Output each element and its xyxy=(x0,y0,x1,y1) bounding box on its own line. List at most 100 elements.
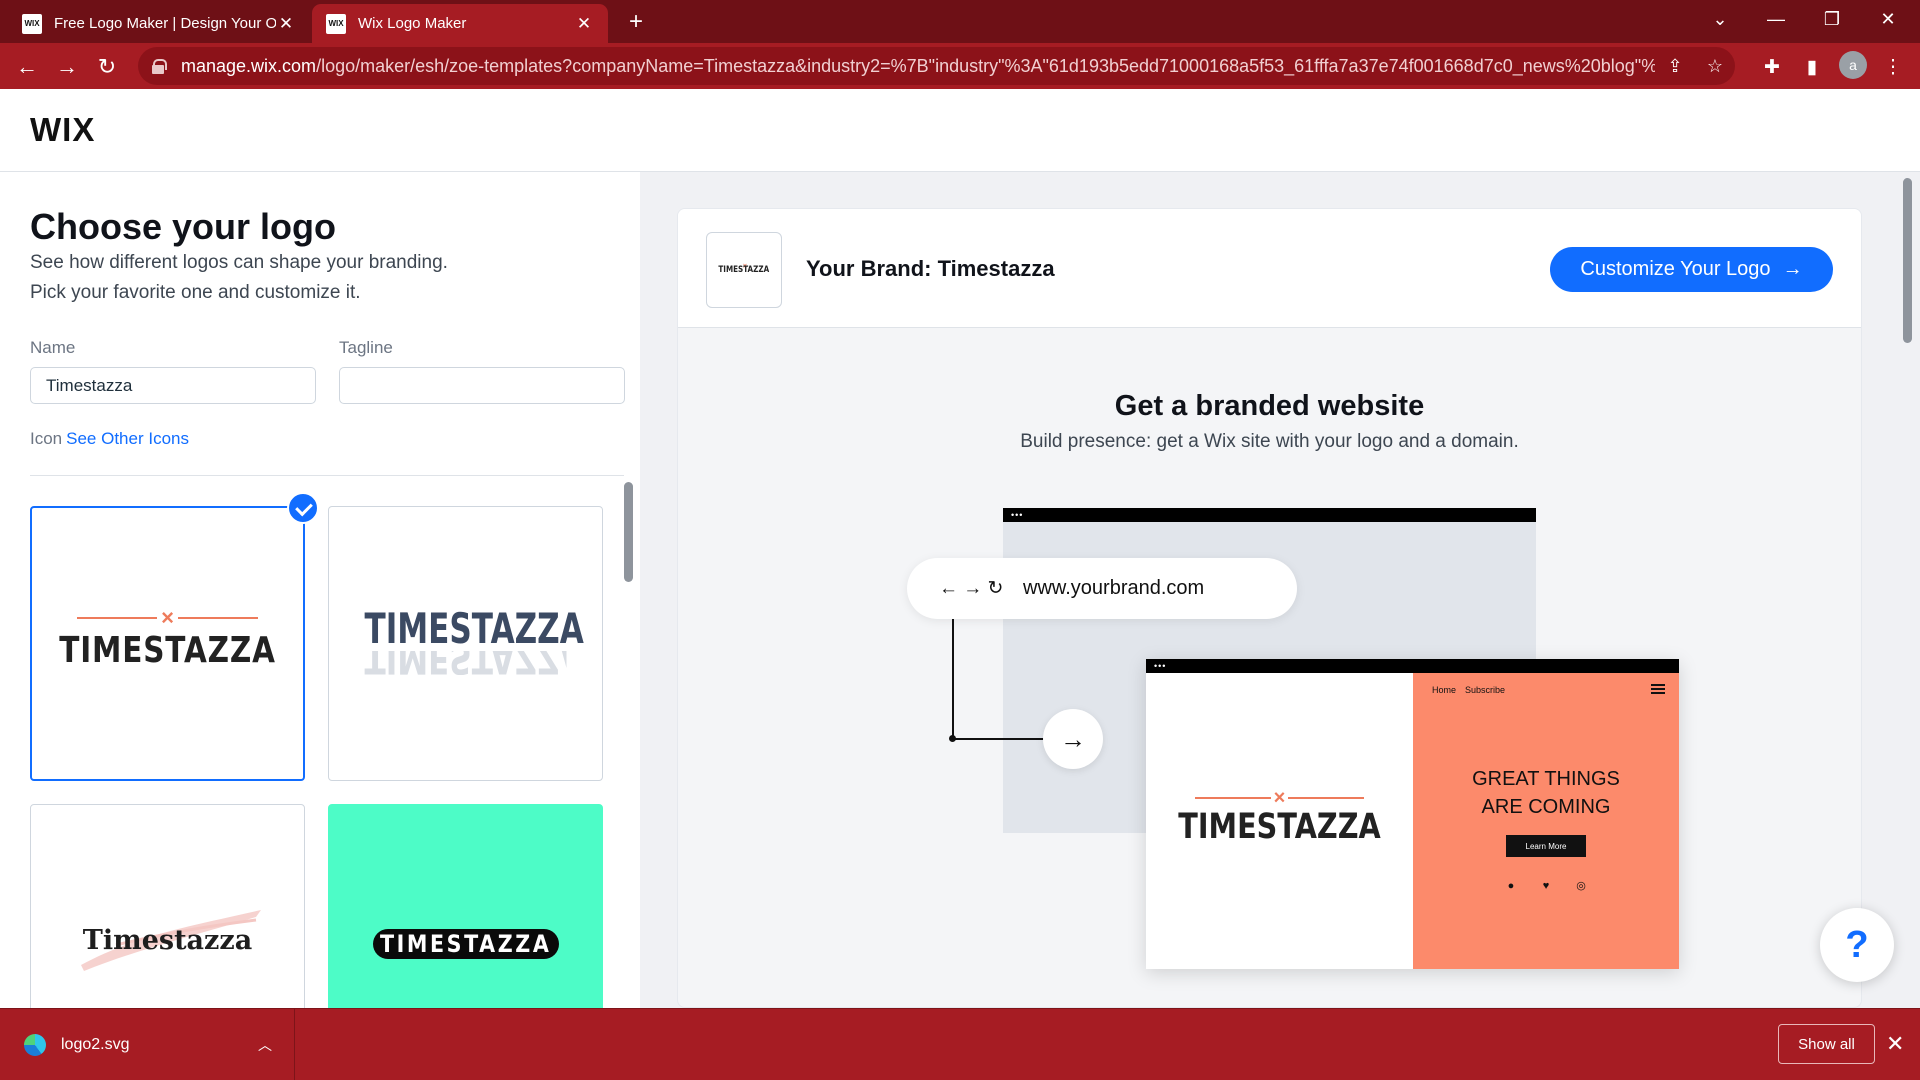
website-mockup: ••• × TIMESTAZZA Home Subscribe GREAT TH… xyxy=(1146,659,1679,969)
tagline-input[interactable] xyxy=(339,367,625,404)
section-title: Get a branded website xyxy=(1114,390,1425,422)
domain-text: www.yourbrand.com xyxy=(1023,577,1205,599)
help-button[interactable]: ? xyxy=(1820,908,1894,982)
window-dots-icon: ••• xyxy=(1154,661,1167,671)
browser-toolbar: ← → ↻ manage.wix.com/logo/maker/esh/zoe-… xyxy=(0,43,1920,89)
subtitle-line-1: See how different logos can shape your b… xyxy=(30,252,448,273)
wix-favicon-icon: WIX xyxy=(326,13,346,34)
logo-preview: × TIMESTAZZA xyxy=(32,605,303,672)
subtitle-line-2: Pick your favorite one and customize it. xyxy=(30,282,361,303)
logo-pill: TIMESTAZZA xyxy=(373,929,559,959)
site-headline: GREAT THINGS ARE COMING xyxy=(1472,768,1620,818)
tab-search-icon[interactable]: ⌄ xyxy=(1692,0,1748,38)
instagram-icon: ◎ xyxy=(1576,880,1586,892)
logo-option-3[interactable]: Timestazza xyxy=(30,804,305,1008)
new-tab-button[interactable]: + xyxy=(622,8,650,36)
page-scrollbar[interactable] xyxy=(1903,178,1912,343)
wix-favicon-icon: WIX xyxy=(22,13,42,34)
restore-button[interactable]: ❐ xyxy=(1804,0,1860,38)
domain-pill: ← → ↻ www.yourbrand.com xyxy=(907,558,1297,619)
close-icon[interactable]: ✕ xyxy=(1886,1031,1904,1057)
x-mark-icon: × xyxy=(161,605,174,630)
customize-logo-button[interactable]: Customize Your Logo → xyxy=(1550,247,1833,292)
browser-tab-bar: WIX Free Logo Maker | Design Your O ✕ WI… xyxy=(0,0,1920,43)
brand-header: × TIMESTAZZA Your Brand: Timestazza Cust… xyxy=(678,209,1861,328)
share-icon[interactable]: ⇪ xyxy=(1655,56,1695,77)
name-input[interactable] xyxy=(30,367,316,404)
wix-logo[interactable]: WIX xyxy=(30,111,95,149)
tab-wix-logo-maker[interactable]: WIX Wix Logo Maker ✕ xyxy=(312,4,608,43)
icon-row: Icon See Other Icons xyxy=(30,429,189,449)
download-item[interactable]: logo2.svg ︿ xyxy=(0,1009,295,1080)
twitter-icon: ♥ xyxy=(1542,880,1550,892)
facebook-icon: ● xyxy=(1507,880,1515,892)
logo-option-2[interactable]: TIMESTAZZA TIMESTAZZA xyxy=(328,506,603,781)
close-window-button[interactable]: ✕ xyxy=(1860,0,1916,38)
site-nav-home: Home xyxy=(1432,685,1457,695)
site-logo-panel: × TIMESTAZZA xyxy=(1146,673,1413,969)
close-tab-icon[interactable]: ✕ xyxy=(574,14,594,34)
arrow-right-icon: → xyxy=(1782,258,1803,280)
arrow-right-icon: → xyxy=(1043,709,1103,769)
download-bar: logo2.svg ︿ Show all ✕ xyxy=(0,1008,1920,1080)
logo-wordmark: TIMESTAZZA xyxy=(380,930,552,958)
tab-title: Wix Logo Maker xyxy=(358,15,467,32)
page-title: Choose your logo xyxy=(30,206,336,247)
logo-option-4[interactable]: TIMESTAZZA xyxy=(328,804,603,1008)
edge-file-icon xyxy=(24,1034,46,1056)
logo-chooser-panel: Choose your logo See how different logos… xyxy=(0,172,640,1008)
site-logo: × TIMESTAZZA xyxy=(1146,787,1413,847)
logo-option-1[interactable]: × TIMESTAZZA xyxy=(30,506,305,781)
thumbnail-wordmark: TIMESTAZZA xyxy=(718,265,770,275)
close-tab-icon[interactable]: ✕ xyxy=(276,14,296,34)
profile-avatar[interactable]: a xyxy=(1839,51,1867,79)
site-nav-subscribe: Subscribe xyxy=(1465,685,1506,695)
icon-label: Icon xyxy=(30,429,63,448)
logo-thumbnail: × TIMESTAZZA xyxy=(706,232,782,308)
chevron-up-icon[interactable]: ︿ xyxy=(258,1035,272,1055)
minimize-button[interactable]: — xyxy=(1748,0,1804,38)
x-mark-icon: × xyxy=(1273,787,1286,809)
tab-free-logo-maker[interactable]: WIX Free Logo Maker | Design Your O ✕ xyxy=(8,4,310,43)
learn-more-button: Learn More xyxy=(1506,835,1586,857)
star-icon[interactable]: ☆ xyxy=(1695,56,1735,77)
connector-line xyxy=(952,619,954,739)
address-bar[interactable]: manage.wix.com/logo/maker/esh/zoe-templa… xyxy=(138,47,1735,85)
hamburger-icon xyxy=(1651,684,1665,694)
logo-preview: Timestazza xyxy=(31,925,304,956)
reload-icon[interactable]: ↻ xyxy=(92,52,122,82)
connector-line xyxy=(952,738,1047,740)
window-dots-icon: ••• xyxy=(1011,510,1024,520)
divider xyxy=(30,475,624,476)
customize-logo-label: Customize Your Logo xyxy=(1580,258,1771,280)
logo-wordmark: TIMESTAZZA xyxy=(59,630,276,671)
logo-wordmark: Timestazza xyxy=(82,925,253,956)
back-icon[interactable]: ← xyxy=(12,52,42,82)
tagline-label: Tagline xyxy=(339,338,393,357)
ornament: × xyxy=(32,605,303,630)
sidebar-icon[interactable]: ▮ xyxy=(1799,54,1825,80)
name-label: Name xyxy=(30,338,76,357)
wix-header: WIX xyxy=(0,89,1920,172)
forward-icon[interactable]: → xyxy=(52,52,82,82)
site-logo-wordmark: TIMESTAZZA xyxy=(1178,807,1381,847)
mockup-titlebar: ••• xyxy=(1003,508,1536,522)
ornament: × xyxy=(1146,787,1413,809)
selected-check-icon xyxy=(287,492,319,524)
logo-wordmark: TIMESTAZZA xyxy=(364,604,584,653)
show-all-button[interactable]: Show all xyxy=(1778,1024,1875,1064)
brand-preview-card: × TIMESTAZZA Your Brand: Timestazza Cust… xyxy=(677,208,1862,1008)
brand-name: Your Brand: Timestazza xyxy=(806,256,1055,281)
menu-icon[interactable]: ⋮ xyxy=(1880,54,1906,80)
logo-reflection: TIMESTAZZA xyxy=(364,651,566,675)
see-other-icons-link[interactable]: See Other Icons xyxy=(66,429,189,448)
logo-list-scrollbar[interactable] xyxy=(624,482,633,582)
site-nav: Home Subscribe xyxy=(1432,685,1505,695)
tab-title: Free Logo Maker | Design Your O xyxy=(54,15,276,32)
lock-icon[interactable] xyxy=(152,58,167,74)
url-text[interactable]: manage.wix.com/logo/maker/esh/zoe-templa… xyxy=(181,56,1655,77)
extensions-icon[interactable]: ✚ xyxy=(1759,54,1785,80)
mockup-titlebar: ••• xyxy=(1146,659,1679,673)
site-hero-panel: Home Subscribe GREAT THINGS ARE COMING L… xyxy=(1413,673,1679,969)
download-filename: logo2.svg xyxy=(61,1036,130,1053)
